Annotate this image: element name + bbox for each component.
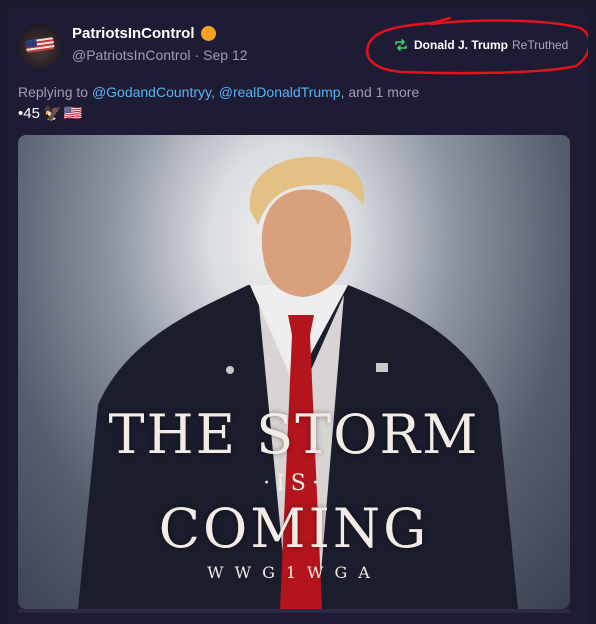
red-circle-annotation xyxy=(366,16,588,75)
orange-badge-icon xyxy=(200,26,216,41)
mention-link-2[interactable]: @realDonaldTrump xyxy=(219,84,341,100)
image-text-line-2: ·IS· xyxy=(263,471,325,496)
separator: · xyxy=(194,47,200,63)
image-text-line-1: THE STORM xyxy=(108,403,480,466)
image-text-line-3: COMING xyxy=(158,497,430,560)
display-name-text[interactable]: PatriotsInControl xyxy=(72,25,195,42)
image-bottom-bar xyxy=(18,609,570,613)
replying-comma: , xyxy=(210,84,219,100)
handle-line: @PatriotsInControl · Sep 12 xyxy=(72,47,248,63)
user-handle[interactable]: @PatriotsInControl xyxy=(72,47,190,63)
us-flag-icon: 🇺🇸 xyxy=(63,105,83,122)
avatar-flag-image xyxy=(25,37,55,53)
avatar[interactable] xyxy=(18,24,62,68)
post-card[interactable]: PatriotsInControl @PatriotsInControl · Sep… xyxy=(6,6,588,624)
replying-to: Replying to @GodandCountryy, @realDonald… xyxy=(18,84,419,100)
mention-link-1[interactable]: @GodandCountryy xyxy=(92,84,211,100)
post-image[interactable]: THE STORM ·IS· COMING WWG1WGA xyxy=(18,135,570,609)
replying-more[interactable]: , and 1 more xyxy=(341,84,420,100)
post-text-content: •45 xyxy=(18,104,40,122)
display-name[interactable]: PatriotsInControl xyxy=(72,25,216,42)
post-date[interactable]: Sep 12 xyxy=(203,47,247,63)
image-text-line-4: WWG1WGA xyxy=(207,563,381,582)
replying-prefix: Replying to xyxy=(18,84,92,100)
post-text: •45 🦅 🇺🇸 xyxy=(18,104,83,123)
eagle-icon: 🦅 xyxy=(42,105,62,122)
